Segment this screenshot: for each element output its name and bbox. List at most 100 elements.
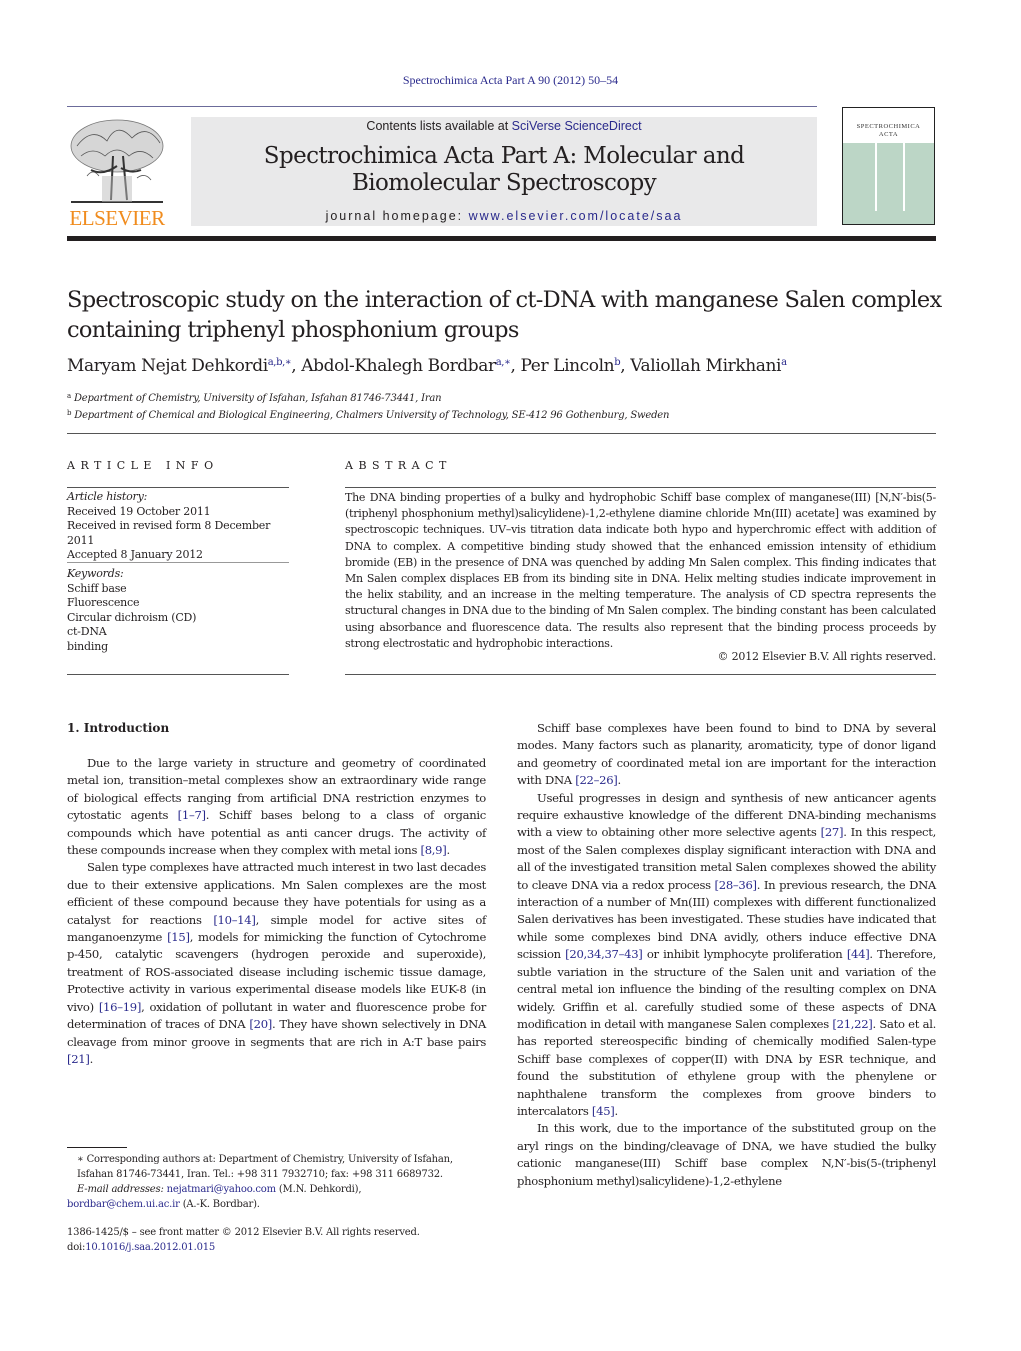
author-separator: , (510, 356, 521, 376)
email-link[interactable]: bordbar@chem.ui.ac.ir (67, 1199, 180, 1210)
keyword: ct-DNA (67, 625, 107, 638)
history-received: Received 19 October 2011 (67, 504, 211, 518)
affiliation-text: Department of Chemistry, University of I… (73, 393, 442, 404)
keywords-label: Keywords: (67, 567, 124, 580)
citation-link[interactable]: [10–14] (213, 913, 256, 927)
divider (67, 433, 936, 434)
body-column-left: Due to the large variety in structure an… (67, 755, 486, 1068)
citation-link[interactable]: [45] (592, 1104, 615, 1118)
corresponding-author-note: ∗ Corresponding authors at: Department o… (77, 1154, 453, 1180)
paragraph: Useful progresses in design and synthesi… (517, 790, 936, 1121)
divider (345, 487, 936, 488)
front-matter: 1386-1425/$ – see front matter © 2012 El… (67, 1225, 487, 1255)
affiliation-marker: a (67, 392, 71, 400)
affiliations: a Department of Chemistry, University of… (67, 389, 947, 423)
citation-link[interactable]: [21,22] (832, 1017, 872, 1031)
affiliation: a Department of Chemistry, University of… (67, 389, 947, 406)
cover-title-line2: ACTA (878, 131, 899, 138)
journal-cover-thumbnail[interactable]: SPECTROCHIMICA ACTA (842, 107, 935, 225)
article-history: Article history: Received 19 October 201… (67, 490, 289, 563)
author-affiliation-marker[interactable]: a,b,∗ (268, 357, 292, 368)
affiliation-text: Department of Chemical and Biological En… (74, 410, 670, 421)
homepage-prefix: journal homepage: (325, 209, 469, 223)
journal-title-line2: Biomolecular Spectroscopy (351, 170, 657, 196)
paragraph-text: . (617, 773, 622, 788)
abstract-text: The DNA binding properties of a bulky an… (345, 491, 936, 650)
paragraph-text: . Sato et al. has reported stereospecifi… (517, 1016, 936, 1118)
author-separator: , (620, 356, 631, 376)
doi-line: doi:10.1016/j.saa.2012.01.015 (67, 1240, 487, 1255)
citation-link[interactable]: [1–7] (178, 808, 206, 822)
keyword: Schiff base (67, 581, 127, 595)
citation-link[interactable]: [27] (821, 825, 844, 839)
article-info-heading: ARTICLE INFO (67, 459, 219, 472)
author-list: Maryam Nejat Dehkordia,b,∗, Abdol-Khaleg… (67, 356, 947, 376)
contents-line: Contents lists available at SciVerse Sci… (191, 119, 817, 133)
history-revised: Received in revised form 8 December 2011 (67, 519, 271, 547)
article-title-line2: containing triphenyl phosphonium groups (67, 317, 519, 343)
citation-link[interactable]: [21] (67, 1052, 90, 1066)
affiliation: b Department of Chemical and Biological … (67, 406, 947, 423)
email-link[interactable]: nejatmari@yahoo.com (167, 1184, 276, 1195)
divider (67, 674, 289, 675)
citation-link[interactable]: [22–26] (575, 773, 618, 787)
body-column-right: Schiff base complexes have been found to… (517, 720, 936, 1190)
divider (345, 674, 936, 675)
journal-banner: Contents lists available at SciVerse Sci… (191, 117, 817, 226)
elsevier-tree-logo-icon (70, 119, 164, 203)
author-name: Per Lincoln (520, 356, 615, 376)
citation-link[interactable]: [8,9] (420, 843, 446, 857)
author-affiliation-marker[interactable]: a (781, 357, 787, 368)
journal-title-line1: Spectrochimica Acta Part A: Molecular an… (263, 143, 745, 169)
divider (67, 562, 289, 563)
citation-link[interactable]: [44] (847, 947, 870, 961)
cover-title: SPECTROCHIMICA ACTA (843, 123, 934, 139)
doi-prefix: doi: (67, 1242, 86, 1253)
footnotes: ∗ Corresponding authors at: Department o… (67, 1152, 487, 1212)
paragraph-text: In this work, due to the importance of t… (517, 1121, 936, 1188)
paragraph: In this work, due to the importance of t… (517, 1120, 936, 1190)
journal-title: Spectrochimica Acta Part A: Molecular an… (191, 143, 817, 197)
email-owner: (M.N. Dehkordi), (275, 1184, 362, 1195)
email-label: E-mail addresses: (77, 1184, 167, 1195)
keywords: Keywords: Schiff base Fluorescence Circu… (67, 567, 289, 654)
keyword: binding (67, 639, 108, 653)
paragraph: Salen type complexes have attracted much… (67, 859, 486, 1068)
author-name: Abdol-Khalegh Bordbar (301, 356, 496, 376)
citation-link[interactable]: [28–36] (715, 878, 758, 892)
affiliation-marker: b (67, 409, 72, 417)
article-title: Spectroscopic study on the interaction o… (67, 285, 947, 345)
email-note: E-mail addresses: nejatmari@yahoo.com (M… (67, 1182, 487, 1197)
citation-link[interactable]: [20,34,37–43] (565, 947, 643, 961)
publisher-logo[interactable]: ELSEVIER (67, 116, 167, 231)
author-name: Valiollah Mirkhani (630, 356, 782, 376)
citation-link[interactable]: [15] (167, 930, 190, 944)
doi-link[interactable]: 10.1016/j.saa.2012.01.015 (85, 1242, 215, 1253)
article-history-label: Article history: (67, 490, 148, 503)
paragraph: Schiff base complexes have been found to… (517, 720, 936, 790)
running-head[interactable]: Spectrochimica Acta Part A 90 (2012) 50–… (0, 73, 1021, 88)
paragraph-text: . (614, 1103, 619, 1118)
issn-line: 1386-1425/$ – see front matter © 2012 El… (67, 1227, 420, 1238)
header-rule (67, 106, 817, 107)
abstract-copyright: © 2012 Elsevier B.V. All rights reserved… (717, 650, 937, 663)
citation-link[interactable]: [20] (249, 1017, 272, 1031)
divider (67, 487, 289, 488)
contents-prefix: Contents lists available at (366, 119, 512, 133)
author-name: Maryam Nejat Dehkordi (67, 356, 268, 376)
paragraph-text: . (89, 1051, 94, 1066)
citation-link[interactable]: [16–19] (99, 1000, 142, 1014)
history-accepted: Accepted 8 January 2012 (67, 548, 203, 561)
author-separator: , (291, 356, 302, 376)
journal-homepage-link[interactable]: www.elsevier.com/locate/saa (469, 209, 683, 223)
keyword: Fluorescence (67, 596, 140, 609)
elsevier-wordmark: ELSEVIER (69, 206, 165, 230)
header-thick-rule (67, 236, 936, 241)
section-heading-introduction: 1. Introduction (67, 721, 170, 735)
author-affiliation-marker[interactable]: a,∗ (496, 357, 511, 368)
abstract-heading: ABSTRACT (345, 459, 452, 472)
email-note-cont: bordbar@chem.ui.ac.ir (A.-K. Bordbar). (67, 1197, 487, 1212)
homepage-line: journal homepage: www.elsevier.com/locat… (191, 209, 817, 223)
paragraph: Due to the large variety in structure an… (67, 755, 486, 859)
sciencedirect-link[interactable]: SciVerse ScienceDirect (512, 119, 642, 133)
